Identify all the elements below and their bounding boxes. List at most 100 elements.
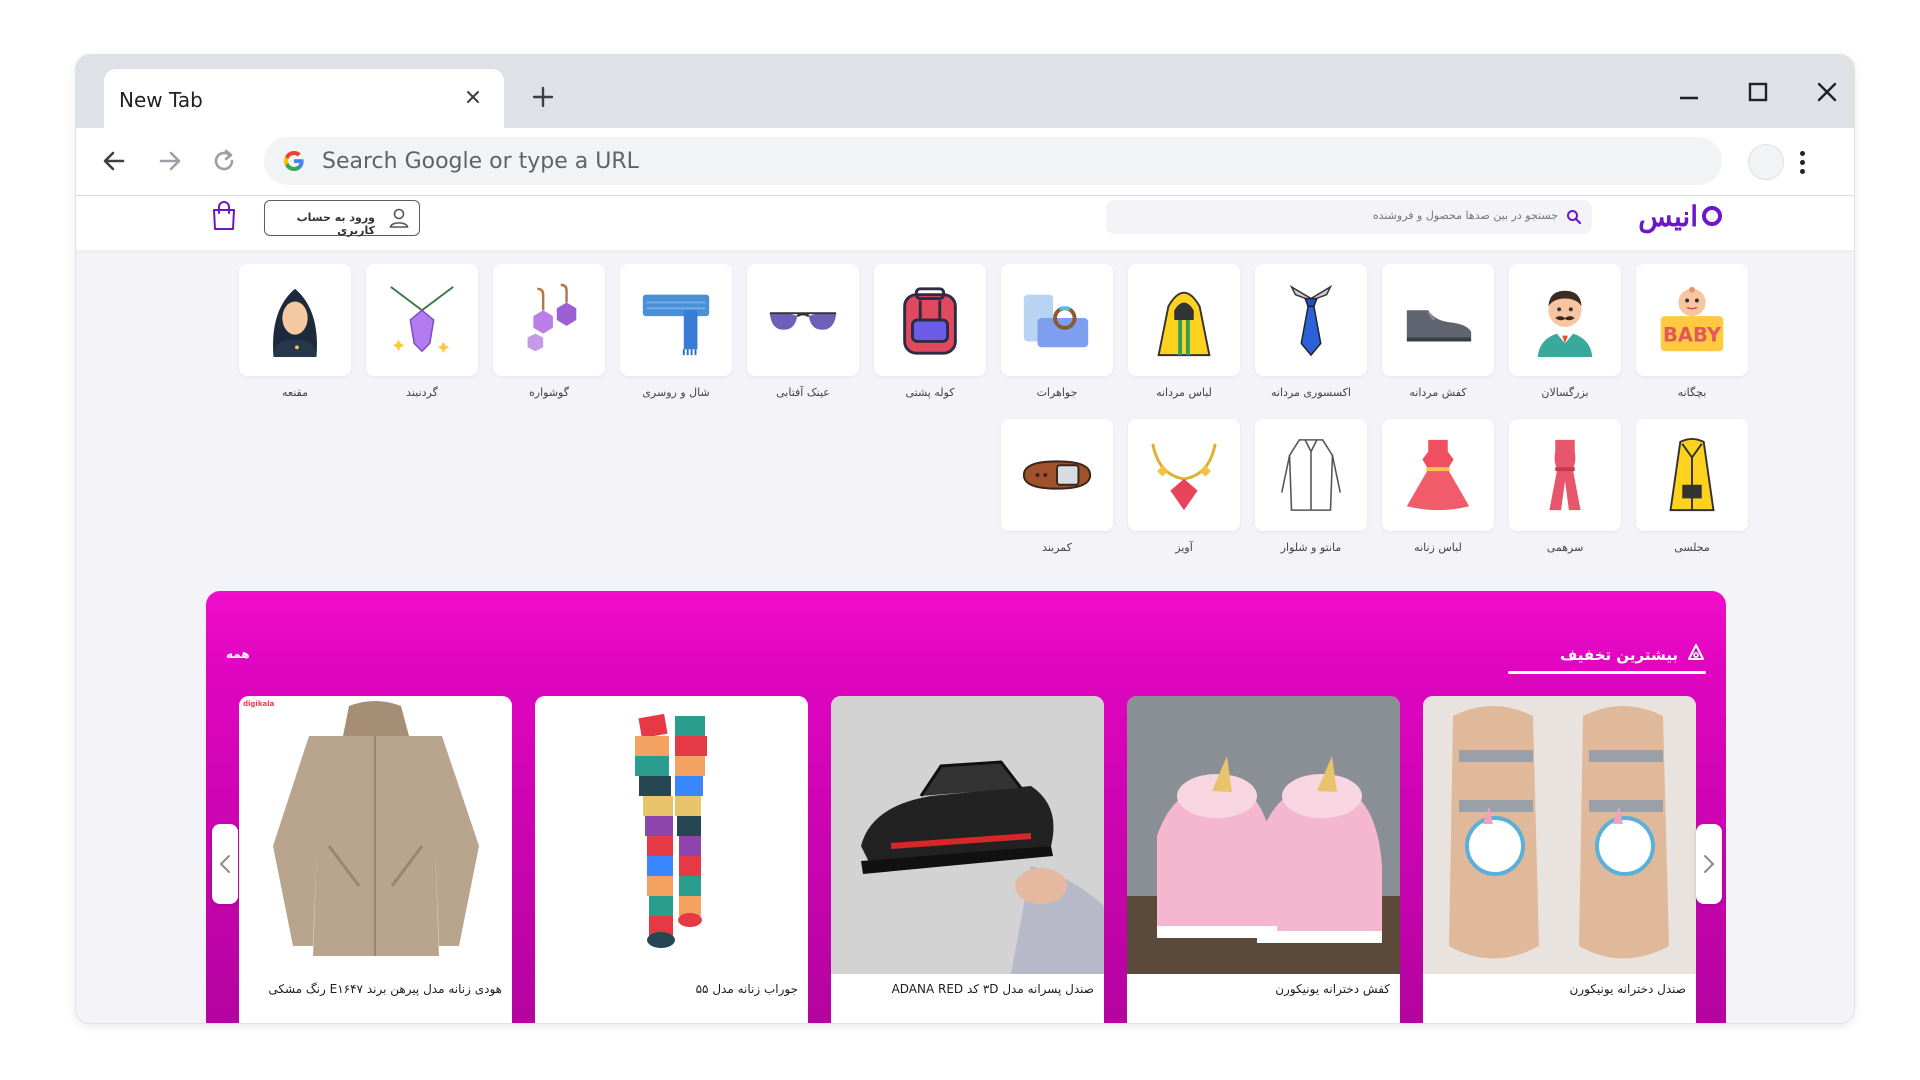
- back-arrow-icon[interactable]: [96, 143, 132, 179]
- tab-title: New Tab: [119, 88, 203, 112]
- category-item[interactable]: لباس مردانه: [1128, 264, 1240, 399]
- category-label: بزرگسالان: [1541, 386, 1589, 399]
- category-label: مجلسی: [1674, 541, 1710, 554]
- category-item[interactable]: سرهمی: [1509, 419, 1621, 554]
- scarf-icon: [642, 294, 710, 356]
- category-label: بچگانه: [1677, 386, 1707, 399]
- profile-avatar[interactable]: [1748, 144, 1784, 180]
- category-label: آویز: [1175, 541, 1193, 554]
- browser-menu-icon[interactable]: [1792, 144, 1812, 180]
- formal-coat-icon: [1669, 437, 1715, 512]
- omnibox[interactable]: Search Google or type a URL: [264, 137, 1722, 185]
- carousel-prev-button[interactable]: [212, 824, 238, 904]
- product-card[interactable]: کفش دخترانه یونیکورن: [1127, 696, 1400, 1023]
- hijab-icon: [273, 288, 317, 358]
- title-underline: [1508, 671, 1706, 674]
- man-mustache-icon: [1537, 290, 1593, 358]
- product-name: صندل دخترانه یونیکورن: [1569, 982, 1686, 996]
- new-tab-plus-icon[interactable]: [528, 82, 558, 112]
- chevron-right-icon: [1704, 855, 1715, 873]
- category-label: لباس مردانه: [1156, 386, 1212, 399]
- mens-shoe-icon: [1406, 310, 1472, 342]
- minimize-icon[interactable]: [1672, 75, 1706, 109]
- omnibox-placeholder: Search Google or type a URL: [322, 149, 639, 174]
- category-label: کفش مردانه: [1409, 386, 1467, 399]
- digikala-watermark: digikala: [243, 700, 275, 708]
- site-logo[interactable]: انیس: [1638, 198, 1722, 234]
- category-item[interactable]: عینک آفتابی: [747, 264, 859, 399]
- page-viewport: انیس جستجو در بین صدها محصول و فروشنده و…: [76, 196, 1854, 1023]
- category-item[interactable]: مجلسی: [1636, 419, 1748, 554]
- category-item[interactable]: کفش مردانه: [1382, 264, 1494, 399]
- search-icon[interactable]: [1566, 209, 1582, 225]
- rainbow-socks-image: [535, 696, 808, 974]
- login-button[interactable]: ورود به حساب کاربری: [264, 200, 420, 237]
- necklace-icon: [390, 286, 454, 354]
- unicorn-shoes-image: [1127, 696, 1400, 974]
- category-label: کمربند: [1042, 541, 1072, 554]
- dress-icon: [1406, 439, 1470, 511]
- browser-toolbar: Search Google or type a URL: [76, 128, 1854, 196]
- product-carousel: صندل دخترانه یونیکورن کفش دخترانه یونیکو…: [236, 696, 1696, 1023]
- category-label: مقنعه: [282, 386, 308, 399]
- chevron-left-icon: [219, 855, 230, 873]
- category-item[interactable]: شال و روسری: [620, 264, 732, 399]
- category-label: عینک آفتابی: [776, 386, 830, 399]
- long-coat-icon: [1280, 439, 1342, 511]
- category-label: گوشواره: [529, 386, 569, 399]
- jumpsuit-icon: [1549, 439, 1581, 511]
- top-discounts-section: بیشترین تخفیف همه صندل دخترانه یونیکورن: [206, 591, 1726, 1023]
- pendant-icon: [1151, 443, 1217, 511]
- tab-strip: New Tab: [76, 55, 1854, 128]
- category-item[interactable]: مانتو و شلوار: [1255, 419, 1367, 554]
- reload-icon[interactable]: [206, 143, 242, 179]
- discount-badge-icon: [1688, 644, 1704, 660]
- category-label: جواهرات: [1036, 386, 1078, 399]
- category-label: اکسسوری مردانه: [1271, 386, 1351, 399]
- category-item[interactable]: کمربند: [1001, 419, 1113, 554]
- category-label: سرهمی: [1546, 541, 1584, 554]
- carousel-next-button[interactable]: [1696, 824, 1722, 904]
- browser-window: New Tab Search Google or type a URL انیس…: [76, 55, 1854, 1023]
- category-item[interactable]: BABY بچگانه: [1636, 264, 1748, 399]
- boys-sandal-image: [831, 696, 1104, 974]
- product-name: جوراب زنانه مدل ۵۵: [695, 982, 798, 996]
- svg-text:BABY: BABY: [1663, 323, 1722, 346]
- category-label: کوله پشتی: [905, 386, 955, 399]
- category-label: مانتو و شلوار: [1280, 541, 1342, 554]
- product-name: هودی زنانه مدل پیرهن برند E۱۶۴۷ رنگ مشکی: [268, 982, 502, 996]
- site-search-input[interactable]: جستجو در بین صدها محصول و فروشنده: [1106, 200, 1592, 234]
- category-item[interactable]: گوشواره: [493, 264, 605, 399]
- forward-arrow-icon[interactable]: [152, 143, 188, 179]
- site-header: انیس جستجو در بین صدها محصول و فروشنده و…: [76, 196, 1854, 250]
- category-label: شال و روسری: [642, 386, 710, 399]
- login-label: ورود به حساب کاربری: [296, 211, 375, 237]
- close-window-icon[interactable]: [1810, 75, 1844, 109]
- product-card[interactable]: صندل پسرانه مدل ۳D کد ADANA RED: [831, 696, 1104, 1023]
- womens-hoodie-image: [239, 696, 512, 974]
- category-item[interactable]: بزرگسالان: [1509, 264, 1621, 399]
- category-item[interactable]: جواهرات: [1001, 264, 1113, 399]
- user-icon: [389, 208, 409, 228]
- category-item[interactable]: مقنعه: [239, 264, 351, 399]
- tab-new-tab[interactable]: New Tab: [104, 69, 504, 128]
- product-card[interactable]: digikala هودی زنانه مدل پیرهن برند E۱۶۴۷…: [239, 696, 512, 1023]
- tab-close-icon[interactable]: [460, 84, 486, 110]
- backpack-icon: [903, 287, 957, 355]
- product-name: صندل پسرانه مدل ۳D کد ADANA RED: [891, 982, 1094, 996]
- earrings-icon: [527, 283, 577, 352]
- category-item[interactable]: گردنبند: [366, 264, 478, 399]
- category-item[interactable]: کوله پشتی: [874, 264, 986, 399]
- tie-icon: [1289, 284, 1333, 357]
- shopping-bag-icon[interactable]: [210, 200, 238, 232]
- product-card[interactable]: جوراب زنانه مدل ۵۵: [535, 696, 808, 1023]
- product-name: کفش دخترانه یونیکورن: [1275, 982, 1390, 996]
- category-item[interactable]: اکسسوری مردانه: [1255, 264, 1367, 399]
- category-item[interactable]: آویز: [1128, 419, 1240, 554]
- maximize-icon[interactable]: [1741, 75, 1775, 109]
- category-label: لباس زنانه: [1414, 541, 1462, 554]
- product-card[interactable]: صندل دخترانه یونیکورن: [1423, 696, 1696, 1023]
- category-item[interactable]: لباس زنانه: [1382, 419, 1494, 554]
- unicorn-sandals-image: [1423, 696, 1696, 974]
- view-all-link[interactable]: همه: [226, 647, 250, 661]
